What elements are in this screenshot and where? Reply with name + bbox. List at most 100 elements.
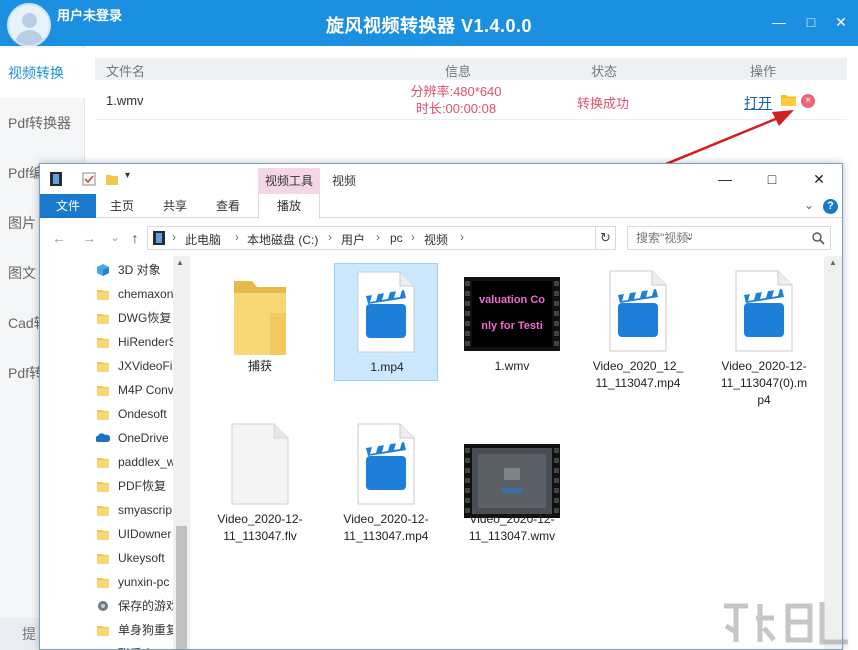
column-ops: 操作 [750, 64, 777, 79]
up-button[interactable]: ↑ [126, 229, 144, 247]
blank-file-icon [231, 423, 289, 505]
search-input[interactable] [628, 227, 808, 249]
help-icon[interactable]: ? [823, 199, 838, 214]
tab-file[interactable]: 文件 [40, 194, 96, 218]
file-item[interactable]: Video_2020-12- 11_113047(0).m p4 [712, 263, 816, 407]
tab-play[interactable]: 播放 [258, 194, 320, 219]
column-status: 状态 [591, 64, 618, 79]
film-icon [50, 172, 62, 186]
folder-icon [96, 335, 110, 349]
folder-icon [96, 479, 110, 493]
nav-tree-label: DWG恢复 [118, 311, 172, 325]
file-table-header: 文件名 信息 状态 操作 [95, 58, 847, 80]
nav-tree-label: HiRenderS [118, 335, 177, 349]
maximize-button[interactable]: □ [803, 14, 819, 30]
file-name: 1.wmv [106, 93, 144, 108]
ribbon-collapse-icon[interactable]: ⌄ [804, 198, 814, 212]
nav-tree-label: JXVideoFi [118, 359, 173, 373]
file-view: 捕获 1.mp4 valuation Co nly for Testi 1.wm… [192, 256, 822, 649]
file-item-selected[interactable]: 1.mp4 [334, 263, 438, 381]
explorer-minimize-button[interactable]: — [715, 169, 735, 189]
saved-games-icon [96, 599, 110, 613]
nav-tree-label: yunxin-pc [118, 575, 170, 589]
nav-tree-label: chemaxon [118, 287, 174, 301]
nav-tree-label: Ukeysoft [118, 551, 165, 565]
breadcrumb-pc[interactable]: pc [390, 231, 403, 245]
nav-tree-label: paddlex_w [118, 455, 176, 469]
scrollbar-thumb[interactable] [176, 526, 187, 649]
tab-share[interactable]: 共享 [155, 194, 195, 218]
table-row: 1.wmv 分辨率:480*640 时长:00:00:08 转换成功 打开 × [95, 80, 847, 120]
nav-pane-scrollbar[interactable]: ▲ [173, 256, 190, 649]
tab-view[interactable]: 查看 [208, 194, 248, 218]
search-icon[interactable] [811, 231, 825, 245]
file-name: Video_2020-12- 11_113047.mp4 [343, 512, 429, 543]
explorer-title: 视频 [332, 174, 357, 188]
nav-tree-label: 3D 对象 [118, 263, 161, 277]
film-icon [153, 231, 165, 245]
forward-button[interactable]: → [80, 229, 98, 247]
explorer-titlebar: ▾ 视频工具 视频 — □ ✕ [40, 164, 842, 194]
app-header: 用户未登录 旋风视频转换器 V1.4.0.0 — □ ✕ [0, 0, 858, 47]
file-name: 捕获 [247, 359, 272, 373]
file-item[interactable]: Video_2020-12- 11_113047.flv [208, 416, 312, 543]
recent-locations-button[interactable]: ⌄ [106, 229, 124, 247]
explorer-close-button[interactable]: ✕ [809, 169, 829, 189]
explorer-maximize-button[interactable]: □ [762, 169, 782, 189]
file-item[interactable]: valuation Co nly for Testi 1.wmv [460, 263, 564, 381]
sidebar-item-video-convert[interactable]: 视频转换 [0, 48, 85, 98]
scroll-up-icon[interactable]: ▲ [829, 258, 837, 267]
breadcrumb-separator[interactable]: › [460, 230, 464, 244]
breadcrumb-videos[interactable]: 视频 [424, 231, 448, 248]
file-item[interactable]: Video_2020-12- 11_113047.mp4 [334, 416, 438, 543]
customize-toolbar-icon[interactable]: ▾ [125, 170, 130, 181]
file-item[interactable]: Video_2020_12_ 11_113047.mp4 [586, 263, 690, 390]
file-name: Video_2020-12- 11_113047(0).m p4 [720, 359, 808, 407]
sidebar-item-pdf-converter[interactable]: Pdf转换器 [0, 98, 85, 148]
search-box [627, 226, 831, 250]
breadcrumb-separator[interactable]: › [328, 230, 332, 244]
folder-icon [96, 455, 110, 469]
file-view-scrollbar[interactable]: ▲ [824, 256, 842, 649]
scroll-up-icon[interactable]: ▲ [176, 258, 184, 267]
duration-text: 时长:00:00:08 [415, 101, 497, 116]
file-item[interactable]: Video_2020-12- 11_113047.wmv [460, 416, 564, 543]
tab-home[interactable]: 主页 [102, 194, 142, 218]
breadcrumb-users[interactable]: 用户 [341, 231, 365, 248]
nav-tree-label: OneDrive [118, 431, 169, 445]
breadcrumb-separator[interactable]: › [376, 230, 380, 244]
minimize-button[interactable]: — [771, 14, 787, 30]
close-button[interactable]: ✕ [833, 14, 849, 30]
breadcrumb-local-disk[interactable]: 本地磁盘 (C:) [247, 231, 318, 248]
breadcrumb-separator[interactable]: › [172, 230, 176, 244]
folder-icon [96, 551, 110, 565]
breadcrumb-separator[interactable]: › [411, 230, 415, 244]
new-folder-icon[interactable] [105, 172, 119, 186]
file-info: 分辨率:480*640 时长:00:00:08 [391, 83, 521, 117]
status-text: 转换成功 [577, 96, 630, 111]
folder-icon [234, 281, 286, 355]
resolution-text: 分辨率:480*640 [410, 84, 502, 99]
nav-tree-label: 联系人 [118, 644, 154, 649]
nav-tree-label: UIDowner [118, 527, 172, 541]
file-name: Video_2020-12- 11_113047.wmv [468, 512, 556, 543]
remove-icon[interactable]: × [801, 94, 815, 108]
open-link[interactable]: 打开 [744, 93, 772, 113]
file-item-folder[interactable]: 捕获 [208, 263, 312, 381]
address-box[interactable]: › 此电脑 › 本地磁盘 (C:) › 用户 › pc › 视频 › ⌄ [147, 226, 694, 250]
watermark-logo [724, 602, 848, 645]
breadcrumb-this-pc[interactable]: 此电脑 [185, 231, 221, 248]
video-thumbnail-screen [464, 444, 560, 518]
video-tools-context-tab: 视频工具 [258, 168, 320, 194]
nav-tree-label: 保存的游戏 [118, 599, 179, 613]
address-bar-row: ← → ⌄ ↑ › 此电脑 › 本地磁盘 (C:) › 用户 › pc › 视频… [40, 224, 842, 252]
app-title: 旋风视频转换器 V1.4.0.0 [325, 16, 533, 36]
folder-icon[interactable] [781, 94, 796, 106]
breadcrumb-separator[interactable]: › [235, 230, 239, 244]
properties-icon[interactable] [82, 172, 96, 186]
back-button[interactable]: ← [50, 229, 68, 247]
folder-icon [96, 287, 110, 301]
refresh-button[interactable]: ↻ [596, 226, 616, 250]
thumb-text-2: nly for Testi [481, 320, 543, 332]
3d-objects-icon [96, 263, 110, 277]
